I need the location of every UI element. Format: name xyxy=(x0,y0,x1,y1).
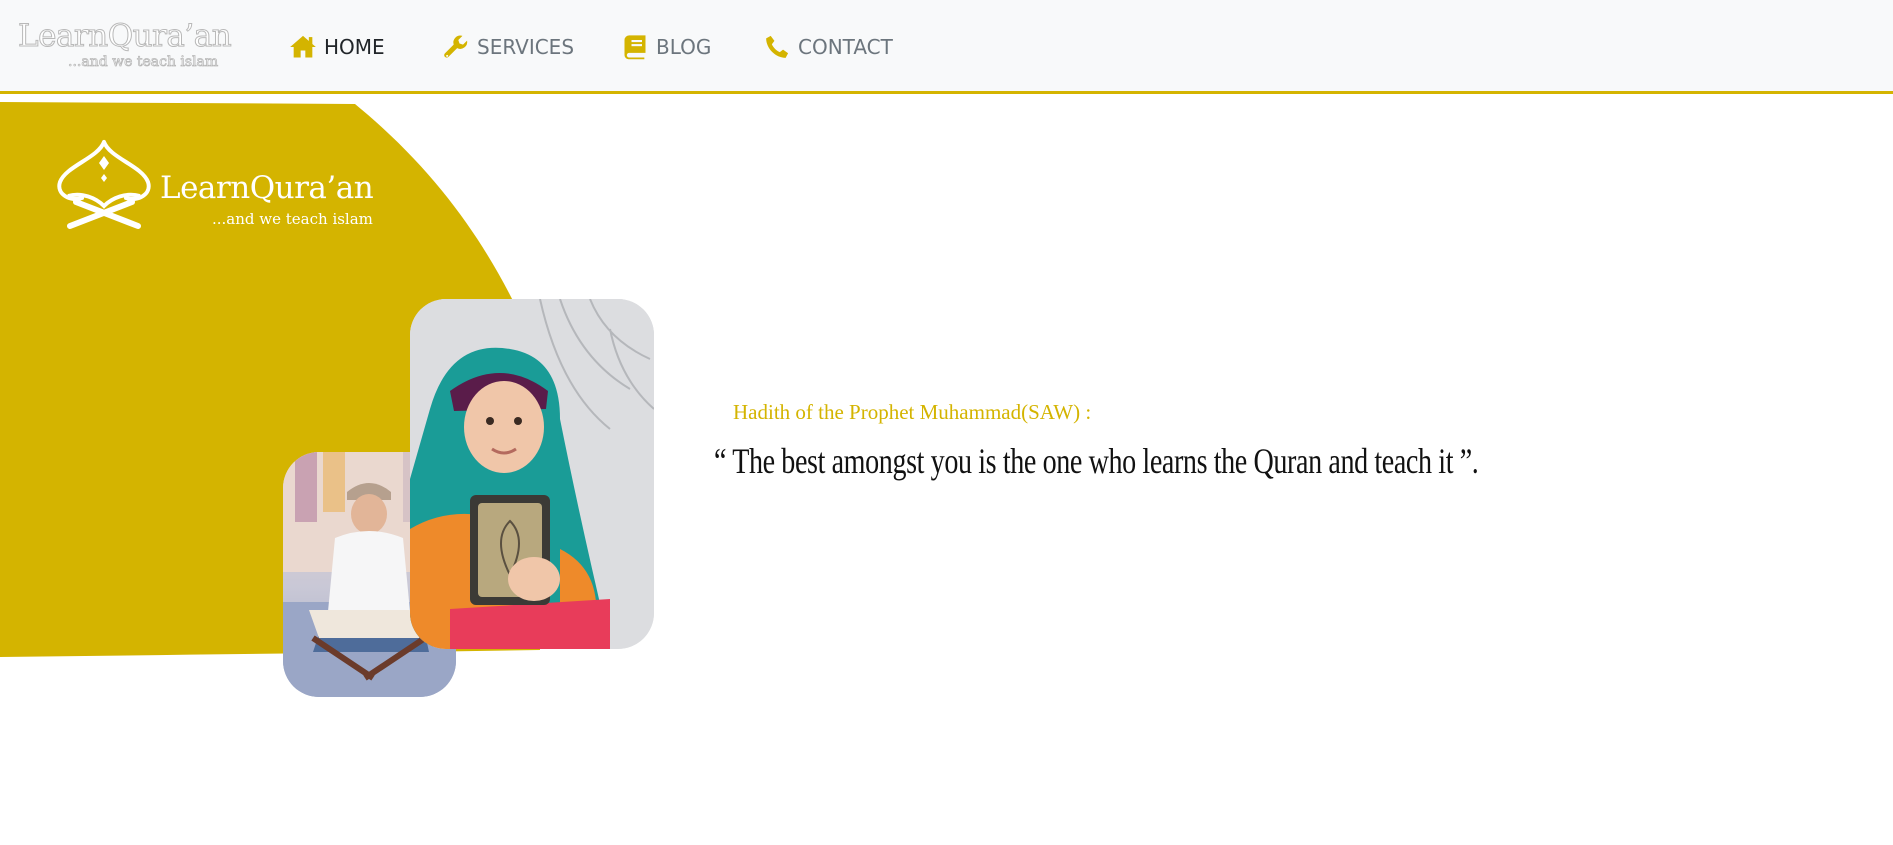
nav-item-services[interactable]: SERVICES xyxy=(441,31,574,63)
nav-item-blog-label: BLOG xyxy=(656,35,712,59)
phone-icon xyxy=(762,32,792,62)
home-icon xyxy=(288,32,318,62)
navbar-logo-title: LearnQura’an xyxy=(17,18,232,55)
navbar-logo[interactable]: LearnQura’an ...and we teach islam xyxy=(17,18,232,74)
top-navbar: LearnQura’an ...and we teach islam HOME … xyxy=(0,0,1893,94)
hadith-label: Hadith of the Prophet Muhammad(SAW) : xyxy=(733,400,1092,424)
hero-logo-tagline: ...and we teach islam xyxy=(212,210,373,228)
nav-item-home-label: HOME xyxy=(324,35,385,59)
book-icon xyxy=(620,32,650,62)
hadith-quote: “ The best amongst you is the one who le… xyxy=(714,441,1479,481)
girl-holding-quran-photo xyxy=(410,299,654,649)
nav-item-blog[interactable]: BLOG xyxy=(620,31,711,63)
nav-item-contact[interactable]: CONTACT xyxy=(762,31,893,63)
nav-item-home[interactable]: HOME xyxy=(288,31,385,63)
hero-logo-title: LearnQura’an xyxy=(160,170,374,206)
nav-item-services-label: SERVICES xyxy=(477,35,575,59)
hero-logo: LearnQura’an ...and we teach islam xyxy=(52,136,374,236)
quran-stand-logo-icon xyxy=(57,140,151,229)
wrench-icon xyxy=(441,32,471,62)
navbar-logo-tagline: ...and we teach islam xyxy=(68,54,219,71)
nav-item-contact-label: CONTACT xyxy=(798,35,893,59)
